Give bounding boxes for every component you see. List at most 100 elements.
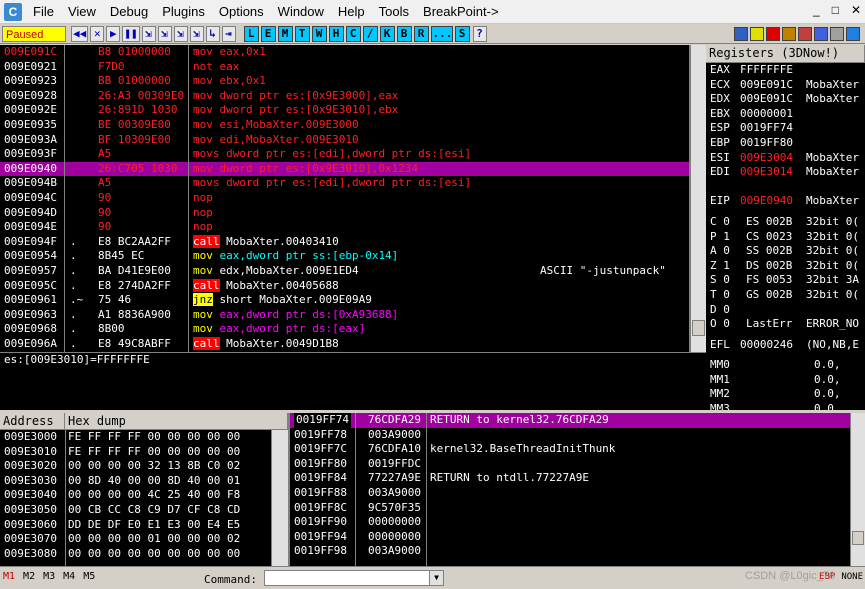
tool-icon-2[interactable] (750, 26, 764, 41)
dump-row[interactable]: 009E3050 00 CB CC C8 C9 D7 CF C8 CD (0, 503, 271, 518)
toolbar-window-1[interactable]: E (260, 25, 276, 42)
disasm-row[interactable]: 009E0928 26:A3 00309E0 mov dword ptr es:[0… (0, 89, 689, 104)
disasm-row[interactable]: 009E096A. E8 49C8ABFF call MobaXter.0049D1… (0, 336, 689, 352)
disassembly-pane[interactable]: 009E091C B8 01000000 mov eax,0x1 009E0921 F7… (0, 45, 690, 352)
toolbar-button-2[interactable]: ▶ (106, 25, 121, 42)
register-row[interactable]: EBX 00000001 (706, 107, 865, 122)
toolbar-window-11[interactable]: ... (430, 25, 453, 42)
toolbar-window-3[interactable]: T (294, 25, 310, 42)
toolbar-window-9[interactable]: B (396, 25, 412, 42)
flag-row[interactable]: A 0 SS 002B 32bit 0( (706, 244, 865, 259)
stack-row[interactable]: 0019FF98 003A9000 (290, 544, 850, 559)
register-row[interactable]: ESP 0019FF74 (706, 121, 865, 136)
disasm-scrollbar[interactable] (690, 45, 706, 352)
memory-tab-5[interactable]: M5 (83, 571, 95, 582)
flag-row[interactable]: S 0 FS 0053 32bit 3A (706, 273, 865, 288)
toolbar-button-5[interactable]: ⇲ (157, 25, 172, 42)
toolbar-button-7[interactable]: ⇲ (189, 25, 204, 42)
toolbar-window-12[interactable]: S (454, 25, 470, 42)
toolbar-window-2[interactable]: M (277, 25, 293, 42)
disasm-row[interactable]: 009E0940 26:C705 1030 mov dword ptr es:[0x… (0, 161, 689, 177)
toolbar-window-6[interactable]: C (345, 25, 361, 42)
tool-icon-3[interactable] (766, 26, 780, 41)
menu-help[interactable]: Help (331, 0, 372, 24)
dump-row[interactable]: 009E3070 00 00 00 00 01 00 00 00 02 (0, 532, 271, 547)
memory-tab-4[interactable]: M4 (63, 571, 75, 582)
disasm-row[interactable]: 009E095C. E8 274DA2FF call MobaXter.004056… (0, 278, 689, 294)
disasm-row[interactable]: 009E0935 BE 00309E00 mov esi,MobaXter.009E… (0, 118, 689, 133)
disasm-row[interactable]: 009E094B A5 movs dword ptr es:[edi],dword … (0, 176, 689, 191)
dump-hex-header[interactable]: Hex dump (65, 413, 288, 430)
flag-row[interactable]: P 1 CS 0023 32bit 0( (706, 230, 865, 245)
disasm-row[interactable]: 009E0923 BB 01000000 mov ebx,0x1 (0, 74, 689, 89)
stack-row[interactable]: 0019FF8C 9C570F35 (290, 501, 850, 516)
disasm-row[interactable]: 009E093A BF 10309E00 mov edi,MobaXter.009E… (0, 133, 689, 148)
menu-plugins[interactable]: Plugins (155, 0, 212, 24)
toolbar-window-10[interactable]: R (413, 25, 429, 42)
stack-row[interactable]: 0019FF7C 76CDFA10 kernel32.BaseThreadInitT… (290, 442, 850, 457)
toolbar-button-0[interactable]: ◀◀ (71, 25, 89, 42)
register-row[interactable]: EFL 00000246 (NO,NB,E (706, 338, 865, 353)
stack-scrollbar[interactable] (850, 413, 865, 566)
disasm-row[interactable]: 009E092E 26:891D 1030 mov dword ptr es:[0x… (0, 103, 689, 118)
flag-row[interactable]: T 0 GS 002B 32bit 0( (706, 288, 865, 303)
dump-address-header[interactable]: Address (0, 413, 65, 430)
toolbar-button-4[interactable]: ⇲ (141, 25, 156, 42)
memory-tab-1[interactable]: M1 (3, 571, 15, 582)
toolbar-window-7[interactable]: / (362, 25, 378, 42)
disasm-row[interactable]: 009E094E 90 nop (0, 220, 689, 235)
stack-row[interactable]: 0019FF78 003A9000 (290, 428, 850, 443)
flag-row[interactable]: O 0 LastErr ERROR_NO (706, 317, 865, 332)
maximize-button[interactable]: □ (832, 3, 839, 17)
dump-row[interactable]: 009E3020 00 00 00 00 32 13 8B C0 02 (0, 459, 271, 474)
menu-window[interactable]: Window (271, 0, 331, 24)
mmx-row[interactable]: MM2 0.0, (706, 387, 865, 402)
menu-view[interactable]: View (61, 0, 103, 24)
disasm-row[interactable]: 009E094C 90 nop (0, 191, 689, 206)
menu-breakpoint[interactable]: BreakPoint-> (416, 0, 506, 24)
disasm-row[interactable]: 009E0968. 8B00 mov eax,dword ptr ds:[eax] (0, 322, 689, 337)
menu-tools[interactable]: Tools (372, 0, 416, 24)
dump-scrollbar[interactable] (271, 430, 288, 566)
disasm-row[interactable]: 009E0961 .~ 75 46 jnz short MobaXter.009E09… (0, 293, 689, 308)
command-input[interactable]: ▼ (264, 570, 444, 586)
disasm-row[interactable]: 009E0921 F7D0 not eax (0, 60, 689, 75)
register-row[interactable]: EDX 009E091C MobaXter (706, 92, 865, 107)
mmx-row[interactable]: MM0 0.0, (706, 358, 865, 373)
stack-row[interactable]: 0019FF88 003A9000 (290, 486, 850, 501)
memory-tab-2[interactable]: M2 (23, 571, 35, 582)
dump-row[interactable]: 009E3030 00 8D 40 00 00 8D 40 00 01 (0, 474, 271, 489)
register-row[interactable]: EBP 0019FF80 (706, 136, 865, 151)
toolbar-window-0[interactable]: L (243, 25, 259, 42)
dump-row[interactable]: 009E3080 00 00 00 00 00 00 00 00 00 (0, 547, 271, 562)
dump-row[interactable]: 009E3060 DD DE DF E0 E1 E3 00 E4 E5 (0, 518, 271, 533)
menu-options[interactable]: Options (212, 0, 271, 24)
toolbar-button-8[interactable]: ↳ (205, 25, 220, 42)
disasm-row[interactable]: 009E093F A5 movs dword ptr es:[edi],dword … (0, 147, 689, 162)
mmx-row[interactable]: MM3 0.0, (706, 402, 865, 410)
memory-tab-3[interactable]: M3 (43, 571, 55, 582)
disasm-row[interactable]: 009E094F. E8 BC2AA2FF call MobaXter.004034… (0, 234, 689, 250)
register-row[interactable]: ESI 009E3004 MobaXter (706, 151, 865, 166)
help-button[interactable]: ? (472, 25, 487, 42)
stack-row[interactable]: 0019FF90 00000000 (290, 515, 850, 530)
tool-icon-4[interactable] (782, 26, 796, 41)
stack-row[interactable]: 0019FF80 0019FFDC (290, 457, 850, 472)
mmx-row[interactable]: MM1 0.0, (706, 373, 865, 388)
register-row[interactable]: ECX 009E091C MobaXter (706, 78, 865, 93)
toolbar-window-8[interactable]: K (379, 25, 395, 42)
dropdown-arrow-icon[interactable]: ▼ (429, 571, 443, 585)
stack-row[interactable]: 0019FF94 00000000 (290, 530, 850, 545)
stack-row[interactable]: 0019FF84 77227A9E RETURN to ntdll.77227A9E (290, 471, 850, 486)
flag-row[interactable]: D 0 (706, 303, 865, 318)
close-button[interactable]: ✕ (851, 3, 861, 17)
flag-row[interactable]: Z 1 DS 002B 32bit 0( (706, 259, 865, 274)
stack-row[interactable]: 0019FF74 76CDFA29 RETURN to kernel32.76CDF… (290, 413, 850, 428)
tool-icon-1[interactable] (734, 26, 748, 41)
toolbar-window-4[interactable]: W (311, 25, 327, 42)
menu-file[interactable]: File (26, 0, 61, 24)
disasm-row[interactable]: 009E0963. A1 8836A900 mov eax,dword ptr ds… (0, 308, 689, 323)
disasm-row[interactable]: 009E091C B8 01000000 mov eax,0x1 (0, 45, 689, 60)
tool-icon-6[interactable] (814, 26, 828, 41)
toolbar-button-6[interactable]: ⇲ (173, 25, 188, 42)
